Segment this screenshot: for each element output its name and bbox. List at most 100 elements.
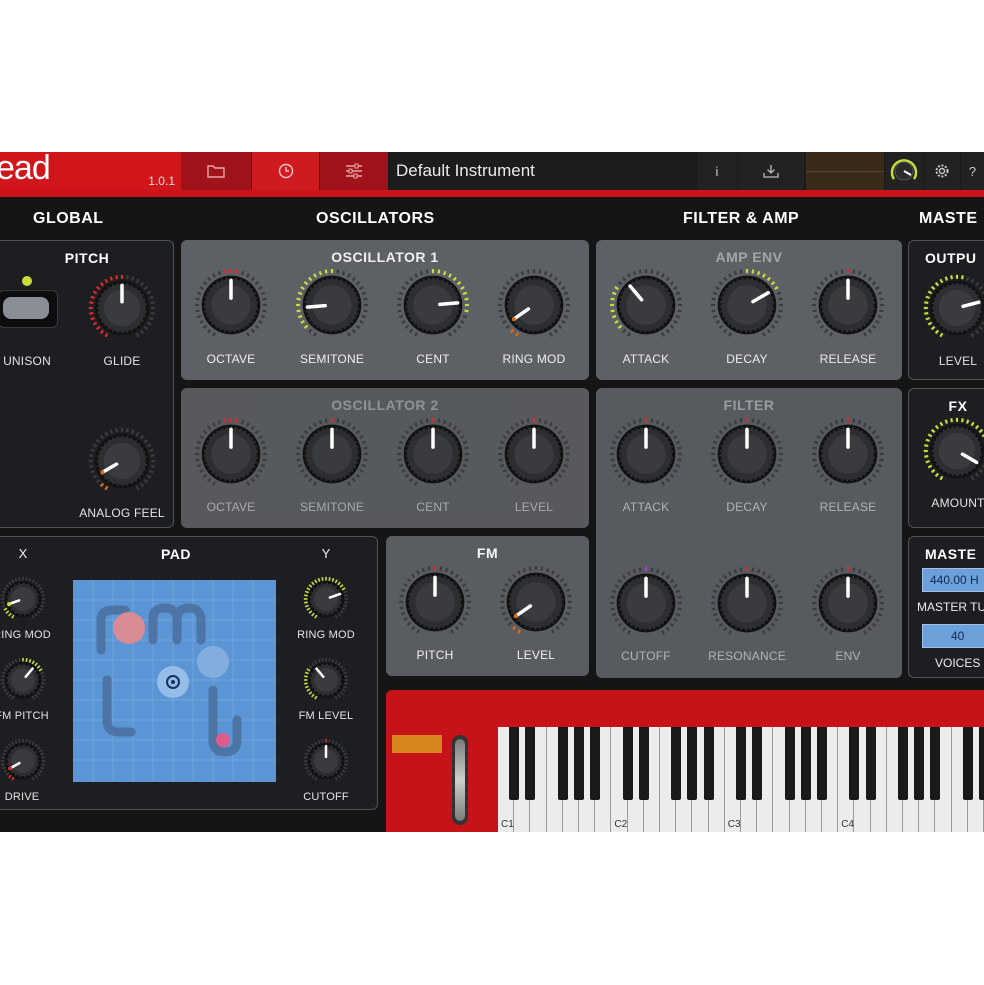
fm-level-label: LEVEL — [516, 648, 556, 662]
osc2-cent-knob[interactable] — [395, 416, 471, 497]
osc1-octave-label: OCTAVE — [206, 352, 256, 366]
master-volume-knob[interactable] — [885, 152, 923, 190]
preset-name[interactable]: Default Instrument — [388, 152, 696, 190]
pad-x-ring-mod-knob[interactable] — [0, 576, 46, 627]
black-key[interactable] — [898, 727, 908, 800]
output-level-knob[interactable] — [922, 273, 984, 348]
fm-title: FM — [476, 545, 499, 561]
filter-env-knob[interactable] — [810, 565, 886, 646]
fm-level-knob-graphic — [500, 566, 572, 634]
help-button[interactable]: ? — [961, 152, 984, 190]
black-key[interactable] — [557, 727, 568, 800]
filter-attack-knob[interactable] — [608, 416, 684, 497]
fm-pitch-label: PITCH — [416, 648, 454, 662]
amp-attack-knob[interactable] — [608, 267, 684, 348]
pad-x-drive-knob[interactable] — [0, 738, 46, 789]
piano-keyboard[interactable]: C1 C2 C3 C4 — [498, 727, 984, 832]
filter-decay-knob[interactable] — [709, 416, 785, 497]
filter-release-label: RELEASE — [819, 500, 877, 514]
unison-toggle[interactable] — [0, 290, 58, 328]
osc2-level-knob[interactable] — [496, 416, 572, 497]
fm-level-knob[interactable] — [498, 564, 574, 645]
brand-block: ead 1.0.1 — [0, 152, 181, 190]
black-key[interactable] — [914, 727, 925, 800]
pad-y-cutoff-knob[interactable] — [303, 738, 349, 789]
osc1-cent-knob[interactable] — [395, 267, 471, 348]
fm-pitch-knob-graphic — [399, 566, 471, 634]
pitch-wheel[interactable] — [452, 735, 468, 825]
info-button[interactable]: i — [697, 152, 737, 190]
amp-release-knob[interactable] — [810, 267, 886, 348]
gear-icon — [935, 164, 949, 178]
pad-x-drive-label: DRIVE — [4, 791, 40, 803]
master-tune-field[interactable]: 440.00 H — [922, 568, 984, 592]
black-key[interactable] — [784, 727, 795, 800]
glide-label: GLIDE — [103, 354, 141, 368]
black-key[interactable] — [800, 727, 811, 800]
black-key[interactable] — [509, 727, 520, 800]
glide-knob[interactable] — [87, 273, 157, 348]
black-key[interactable] — [736, 727, 746, 800]
history-button[interactable] — [252, 152, 319, 190]
xy-pad[interactable] — [73, 580, 276, 782]
black-key[interactable] — [638, 727, 649, 800]
black-key[interactable] — [671, 727, 682, 800]
fx-amount-knob[interactable] — [922, 416, 984, 491]
black-key[interactable] — [817, 727, 827, 800]
osc1-ring-mod-knob[interactable] — [496, 267, 572, 348]
xy-pad-graphic — [73, 580, 276, 782]
black-key[interactable] — [979, 727, 984, 800]
filter-attack-knob-graphic — [610, 418, 682, 486]
osc2-octave-knob[interactable] — [193, 416, 269, 497]
black-key[interactable] — [622, 727, 633, 800]
black-key[interactable] — [525, 727, 536, 800]
pad-x-fm-pitch-knob[interactable] — [0, 657, 46, 708]
amp-decay-label: DECAY — [726, 352, 768, 366]
output-title: OUTPU — [925, 250, 977, 266]
app-logo: ead — [0, 152, 51, 187]
filter-cutoff-label: CUTOFF — [621, 649, 671, 663]
black-key[interactable] — [849, 727, 860, 800]
black-key[interactable] — [590, 727, 601, 800]
fx-title: FX — [948, 398, 968, 414]
black-key[interactable] — [930, 727, 941, 800]
fm-pitch-knob[interactable] — [397, 564, 473, 645]
black-key[interactable] — [574, 727, 584, 800]
analog-feel-knob[interactable] — [87, 426, 157, 501]
oscillator-1-title: OSCILLATOR 1 — [331, 249, 439, 265]
filter-release-knob[interactable] — [810, 416, 886, 497]
folder-icon — [207, 165, 225, 178]
filter-cutoff-knob[interactable] — [608, 565, 684, 646]
pad-y-ring-mod-knob[interactable] — [303, 576, 349, 627]
osc1-semitone-label: SEMITONE — [299, 352, 365, 366]
analog-feel-knob-graphic — [88, 427, 156, 491]
master-volume-knob-graphic — [890, 159, 918, 181]
black-key[interactable] — [687, 727, 698, 800]
osc1-semitone-knob[interactable] — [294, 267, 370, 348]
pad-point-pink — [216, 733, 230, 747]
pad-y-fm-level-knob-graphic — [303, 657, 349, 700]
black-key[interactable] — [962, 727, 973, 800]
black-key[interactable] — [865, 727, 876, 800]
black-key[interactable] — [703, 727, 714, 800]
master-title: MASTE — [925, 546, 977, 562]
settings-button[interactable] — [924, 152, 960, 190]
open-folder-button[interactable] — [181, 152, 251, 190]
black-key[interactable] — [752, 727, 763, 800]
clock-icon — [278, 163, 293, 179]
section-oscillators: OSCILLATORS — [316, 210, 435, 227]
voices-field[interactable]: 40 — [922, 624, 984, 648]
filter-release-knob-graphic — [812, 418, 884, 486]
pad-point-red — [113, 612, 145, 644]
amp-env-title: AMP ENV — [715, 249, 783, 265]
download-icon — [763, 165, 779, 178]
filter-resonance-label: RESONANCE — [708, 649, 786, 663]
osc1-octave-knob[interactable] — [193, 267, 269, 348]
settings-sliders-button[interactable] — [320, 152, 388, 190]
pad-y-cutoff-label: CUTOFF — [303, 791, 349, 803]
amp-decay-knob[interactable] — [709, 267, 785, 348]
filter-resonance-knob[interactable] — [709, 565, 785, 646]
pad-y-fm-level-knob[interactable] — [303, 657, 349, 708]
osc2-semitone-knob[interactable] — [294, 416, 370, 497]
save-button[interactable] — [738, 152, 804, 190]
